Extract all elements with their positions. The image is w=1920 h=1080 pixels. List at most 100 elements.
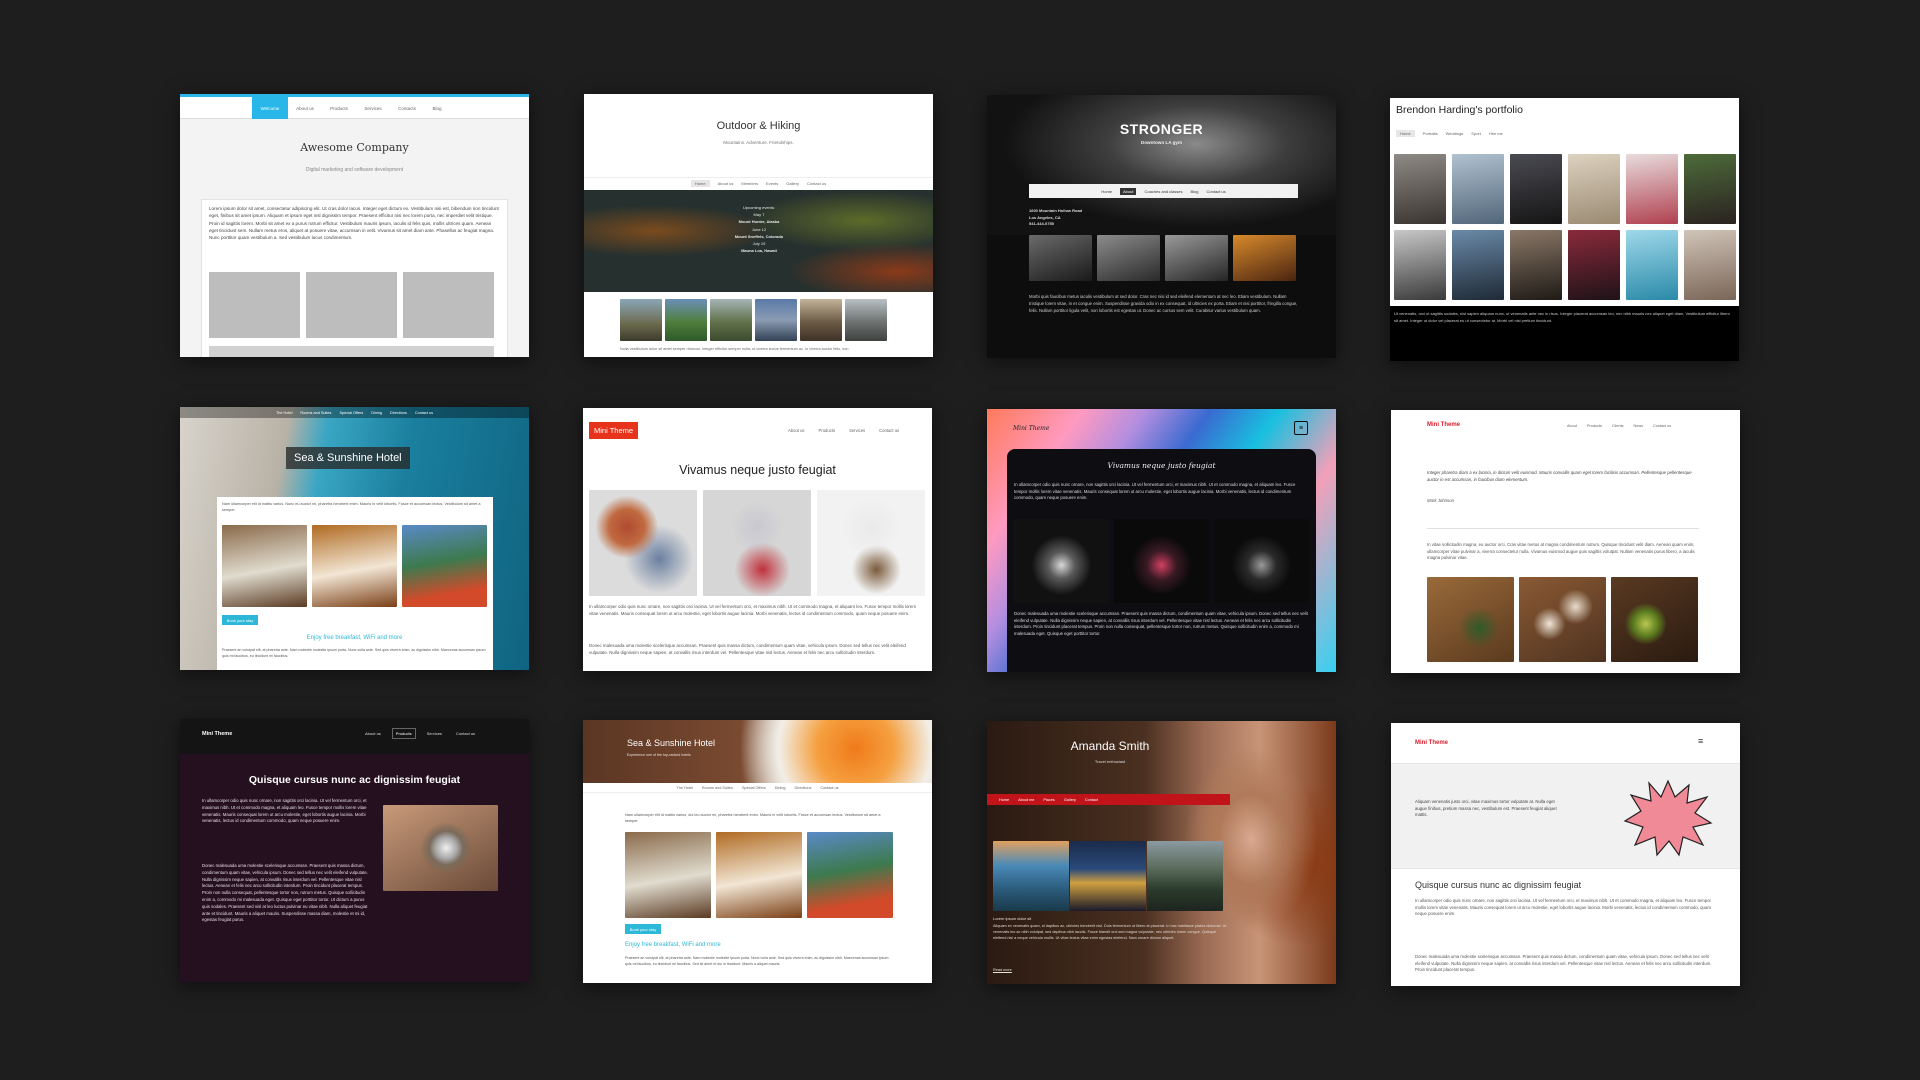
nav-item-offers[interactable]: Special Offers [339,411,363,415]
nav-item-hotel[interactable]: The Hotel [676,786,692,790]
camera-image-3[interactable] [1214,519,1309,603]
nav-item-events[interactable]: Events [766,181,778,186]
product-image-1[interactable] [589,490,697,596]
template-card-amanda-smith[interactable]: Amanda Smith Travel enthusiast Home Abou… [987,721,1336,984]
template-card-mini-theme-products[interactable]: Mini Theme About us Products Services Co… [583,408,932,671]
gallery-thumb-2[interactable] [665,299,707,341]
portrait-thumb[interactable] [1394,154,1446,224]
brand-logo[interactable]: Mini Theme [589,422,639,439]
nav-item-about[interactable]: About us [288,106,322,111]
nav-item-about[interactable]: About [1567,424,1577,428]
gallery-thumb-dining[interactable] [625,832,711,918]
nav-item-dining[interactable]: Dining [775,786,786,790]
food-image-1[interactable] [1427,577,1514,662]
nav-item-directions[interactable]: Directions [795,786,812,790]
template-card-awesome-company[interactable]: Welcome About us Products Services Conta… [180,94,529,357]
nav-item-about[interactable]: About us [718,181,734,186]
gallery-thumb-4[interactable] [755,299,797,341]
gallery-thumb-6[interactable] [845,299,887,341]
template-card-stronger-gym[interactable]: STRONGER Downtown LA gym Home About Coac… [987,95,1336,358]
nav-item-services[interactable]: Services [424,729,445,738]
gallery-thumb-dining[interactable] [222,525,307,607]
portrait-thumb[interactable] [1684,230,1736,300]
gallery-thumb-1[interactable] [620,299,662,341]
nav-item-contact[interactable]: Contact us [879,428,899,433]
nav-item-services[interactable]: Services [356,106,390,111]
nav-item-contact[interactable]: Contact us [820,786,838,790]
nav-item-dining[interactable]: Dining [371,411,382,415]
template-card-mini-theme-cameras[interactable]: Mini Theme ≡ Vivamus neque justo feugiat… [987,409,1336,672]
food-image-3[interactable] [1611,577,1698,662]
nav-item-blog[interactable]: Blog [424,106,450,111]
gallery-thumb-1[interactable] [1029,235,1092,281]
travel-thumb-1[interactable] [993,841,1069,911]
nav-item-news[interactable]: News [1634,424,1644,428]
nav-item-hire[interactable]: Hire me [1489,131,1503,136]
portrait-thumb[interactable] [1568,230,1620,300]
nav-item-sport[interactable]: Sport [1471,131,1481,136]
nav-item-portraits[interactable]: Portraits [1423,131,1438,136]
gallery-thumb-pool[interactable] [807,832,893,918]
template-card-outdoor-hiking[interactable]: Outdoor & Hiking Mountains. Adventure. F… [584,94,933,357]
nav-item-home[interactable]: Home [999,798,1009,802]
food-image-2[interactable] [1519,577,1606,662]
portrait-thumb[interactable] [1452,154,1504,224]
gallery-thumb-5[interactable] [800,299,842,341]
brand-logo[interactable]: Mini Theme [202,731,232,737]
brand-logo[interactable]: Mini Theme [1415,740,1448,746]
nav-item-places[interactable]: Places [1043,798,1054,802]
product-image-2[interactable] [703,490,811,596]
nav-item-products[interactable]: Products [391,728,416,739]
template-card-sea-sunshine-beach[interactable]: The Hotel Rooms and Suites Special Offer… [180,407,529,670]
nav-item-offers[interactable]: Special Offers [742,786,766,790]
nav-item-contact[interactable]: Contact us [1653,424,1671,428]
nav-item-about[interactable]: About [1120,187,1137,195]
gallery-thumb-3[interactable] [1165,235,1228,281]
nav-item-gallery[interactable]: Gallery [1064,798,1076,802]
gallery-thumb-pool[interactable] [402,525,487,607]
nav-item-rooms[interactable]: Rooms and Suites [702,786,733,790]
gallery-thumb-3[interactable] [710,299,752,341]
nav-item-contact[interactable]: Contact us [807,181,826,186]
travel-thumb-3[interactable] [1147,841,1223,911]
template-card-mini-theme-quote[interactable]: Mini Theme About Products Clients News C… [1391,410,1740,673]
nav-item-contacts[interactable]: Contacts [390,106,424,111]
gallery-thumb-room[interactable] [716,832,802,918]
nav-item-home[interactable]: Home [1396,130,1415,137]
portrait-thumb[interactable] [1510,230,1562,300]
template-card-portfolio[interactable]: Brendon Harding's portfolio Home Portrai… [1390,98,1739,361]
nav-item-contact[interactable]: Contact us [415,411,433,415]
nav-item-coaches[interactable]: Coaches and classes [1144,189,1182,194]
book-stay-button[interactable]: Book your stay [222,615,258,625]
nav-item-gallery[interactable]: Gallery [786,181,799,186]
nav-item-contact[interactable]: Contact us [1207,189,1226,194]
nav-item-rooms[interactable]: Rooms and Suites [300,411,331,415]
template-card-mini-theme-starburst[interactable]: Mini Theme ≡ Aliquam venenatis justo orc… [1391,723,1740,986]
brand-logo[interactable]: Mini Theme [1013,425,1049,432]
gallery-thumb-4[interactable] [1233,235,1296,281]
nav-item-products[interactable]: Products [1587,424,1602,428]
travel-thumb-2[interactable] [1070,841,1146,911]
gallery-thumb-2[interactable] [1097,235,1160,281]
nav-item-about[interactable]: About us [788,428,805,433]
camera-image-2[interactable] [1114,519,1209,603]
portrait-thumb[interactable] [1452,230,1504,300]
nav-item-clients[interactable]: Clients [1612,424,1624,428]
nav-item-contact[interactable]: Contact [1085,798,1098,802]
nav-item-hotel[interactable]: The Hotel [276,411,292,415]
brand-logo[interactable]: Mini Theme [1427,422,1460,428]
nav-item-directions[interactable]: Directions [390,411,407,415]
template-card-sea-sunshine-fruit[interactable]: Sea & Sunshine Hotel Experience one of t… [583,720,932,983]
camera-image-1[interactable] [1014,519,1109,603]
nav-item-about[interactable]: About us [362,729,384,738]
nav-item-about[interactable]: About me [1018,798,1034,802]
nav-item-services[interactable]: Services [849,428,865,433]
portrait-thumb[interactable] [1568,154,1620,224]
book-stay-button[interactable]: Book your stay [625,924,661,934]
portrait-thumb[interactable] [1394,230,1446,300]
gallery-thumb-room[interactable] [312,525,397,607]
product-image-3[interactable] [817,490,925,596]
portrait-thumb[interactable] [1626,154,1678,224]
nav-item-home[interactable]: Home [1101,189,1112,194]
read-more-link[interactable]: Read more [993,968,1012,972]
